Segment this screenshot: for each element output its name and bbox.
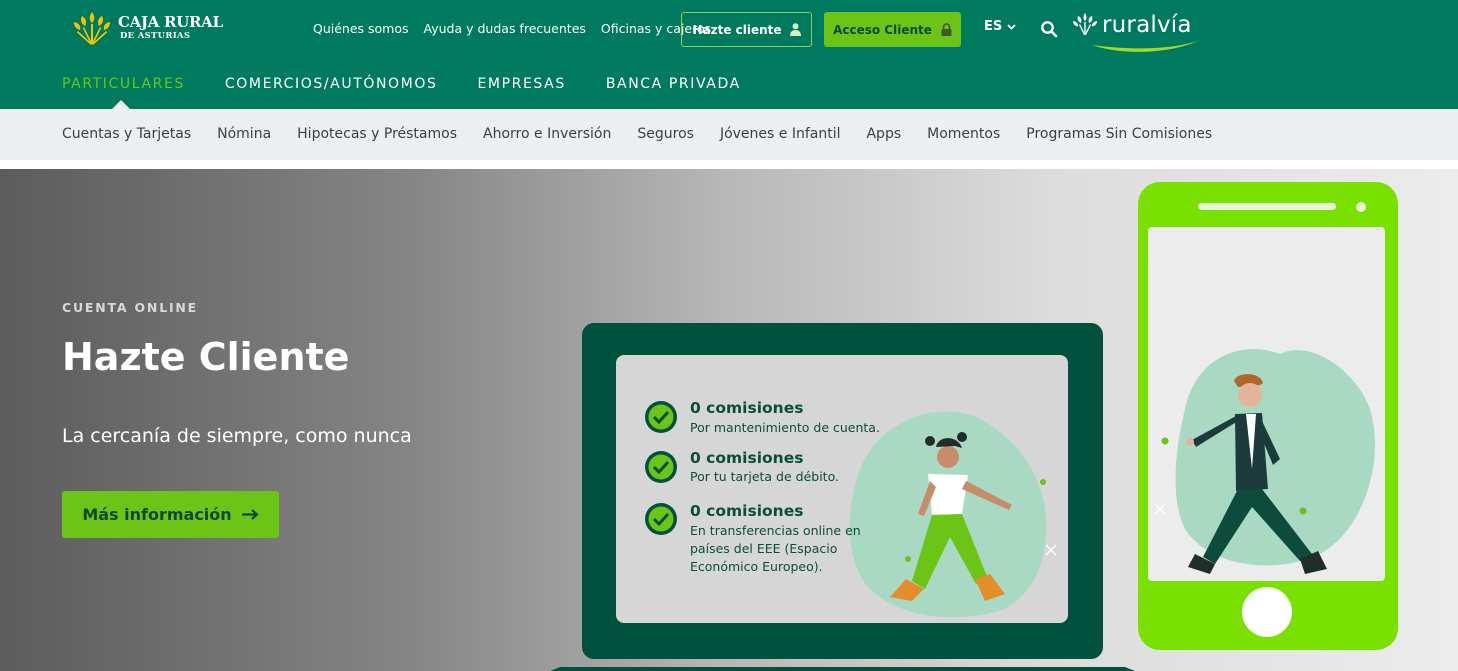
logo[interactable]: CAJA RURAL DE ASTURIAS bbox=[70, 10, 223, 46]
subnav-jovenes[interactable]: Jóvenes e Infantil bbox=[720, 126, 841, 142]
main-nav-comercios[interactable]: COMERCIOS/AUTÓNOMOS bbox=[225, 76, 438, 92]
wheat-logo-icon bbox=[74, 12, 110, 45]
subnav-momentos[interactable]: Momentos bbox=[927, 126, 1000, 142]
hero-title: Hazte Cliente bbox=[62, 335, 350, 379]
check-icon-3 bbox=[645, 503, 677, 535]
promo-line-3-1: En transferencias online en bbox=[690, 523, 861, 538]
language-selector[interactable]: ES bbox=[984, 19, 1016, 34]
subnav-apps[interactable]: Apps bbox=[866, 126, 901, 142]
arrow-right-icon bbox=[241, 509, 259, 520]
subnav-seguros[interactable]: Seguros bbox=[637, 126, 694, 142]
mas-informacion-label: Más información bbox=[82, 505, 232, 524]
mas-informacion-button[interactable]: Más información bbox=[62, 491, 279, 538]
top-links: Quiénes somos Ayuda y dudas frecuentes O… bbox=[313, 20, 711, 38]
lock-icon bbox=[941, 23, 952, 36]
laptop-illustration bbox=[550, 323, 1135, 671]
promo-title-1: 0 comisiones bbox=[690, 399, 804, 417]
check-icon-1 bbox=[645, 401, 677, 433]
hero-subtitle: La cercanía de siempre, como nunca bbox=[62, 425, 412, 447]
phone-illustration bbox=[1138, 182, 1398, 650]
promo-title-3: 0 comisiones bbox=[690, 502, 804, 520]
user-icon bbox=[789, 23, 801, 36]
main-nav: PARTICULARES COMERCIOS/AUTÓNOMOS EMPRESA… bbox=[62, 76, 741, 92]
subnav-programas[interactable]: Programas Sin Comisiones bbox=[1026, 126, 1212, 142]
subnav-nomina[interactable]: Nómina bbox=[217, 126, 271, 142]
logo-region: DE ASTURIAS bbox=[120, 31, 191, 41]
main-nav-particulares[interactable]: PARTICULARES bbox=[62, 76, 185, 92]
ruralvia-swoosh-icon bbox=[1092, 39, 1202, 52]
promo-line-2-1: Por tu tarjeta de débito. bbox=[690, 469, 839, 484]
promo-line-3-2: países del EEE (Espacio bbox=[690, 541, 838, 556]
hazte-cliente-label: Hazte cliente bbox=[692, 22, 782, 37]
link-ayuda[interactable]: Ayuda y dudas frecuentes bbox=[424, 20, 586, 38]
hazte-cliente-button[interactable]: Hazte cliente bbox=[681, 12, 812, 47]
language-label: ES bbox=[984, 19, 1003, 34]
check-icon-2 bbox=[645, 451, 677, 483]
main-nav-empresas[interactable]: EMPRESAS bbox=[477, 76, 565, 92]
link-quienes-somos[interactable]: Quiénes somos bbox=[313, 20, 409, 38]
subnav-cuentas-tarjetas[interactable]: Cuentas y Tarjetas bbox=[62, 126, 191, 142]
hero-eyebrow: CUENTA ONLINE bbox=[62, 300, 199, 315]
logo-name: CAJA RURAL bbox=[118, 13, 223, 31]
main-nav-banca-privada[interactable]: BANCA PRIVADA bbox=[606, 76, 741, 92]
active-nav-indicator bbox=[112, 100, 130, 109]
ruralvia-text: ruralvía bbox=[1102, 12, 1192, 38]
promo-title-2: 0 comisiones bbox=[690, 449, 804, 467]
ruralvia-logo[interactable]: ruralvía bbox=[1072, 11, 1204, 55]
search-icon[interactable] bbox=[1040, 20, 1058, 38]
subnav-ahorro[interactable]: Ahorro e Inversión bbox=[483, 126, 611, 142]
hero-banner: CUENTA ONLINE Hazte Cliente La cercanía … bbox=[0, 169, 1458, 671]
promo-line-3-3: Económico Europeo). bbox=[690, 559, 823, 574]
top-header: CAJA RURAL DE ASTURIAS Quiénes somos Ayu… bbox=[0, 0, 1458, 109]
subnav-hipotecas[interactable]: Hipotecas y Préstamos bbox=[297, 126, 457, 142]
chevron-down-icon bbox=[1007, 23, 1016, 30]
acceso-cliente-button[interactable]: Acceso Cliente bbox=[824, 12, 961, 47]
promo-line-1-1: Por mantenimiento de cuenta. bbox=[690, 420, 880, 435]
sub-nav: Cuentas y Tarjetas Nómina Hipotecas y Pr… bbox=[0, 109, 1458, 160]
acceso-cliente-label: Acceso Cliente bbox=[833, 22, 932, 37]
ruralvia-wheat-icon bbox=[1073, 13, 1097, 35]
